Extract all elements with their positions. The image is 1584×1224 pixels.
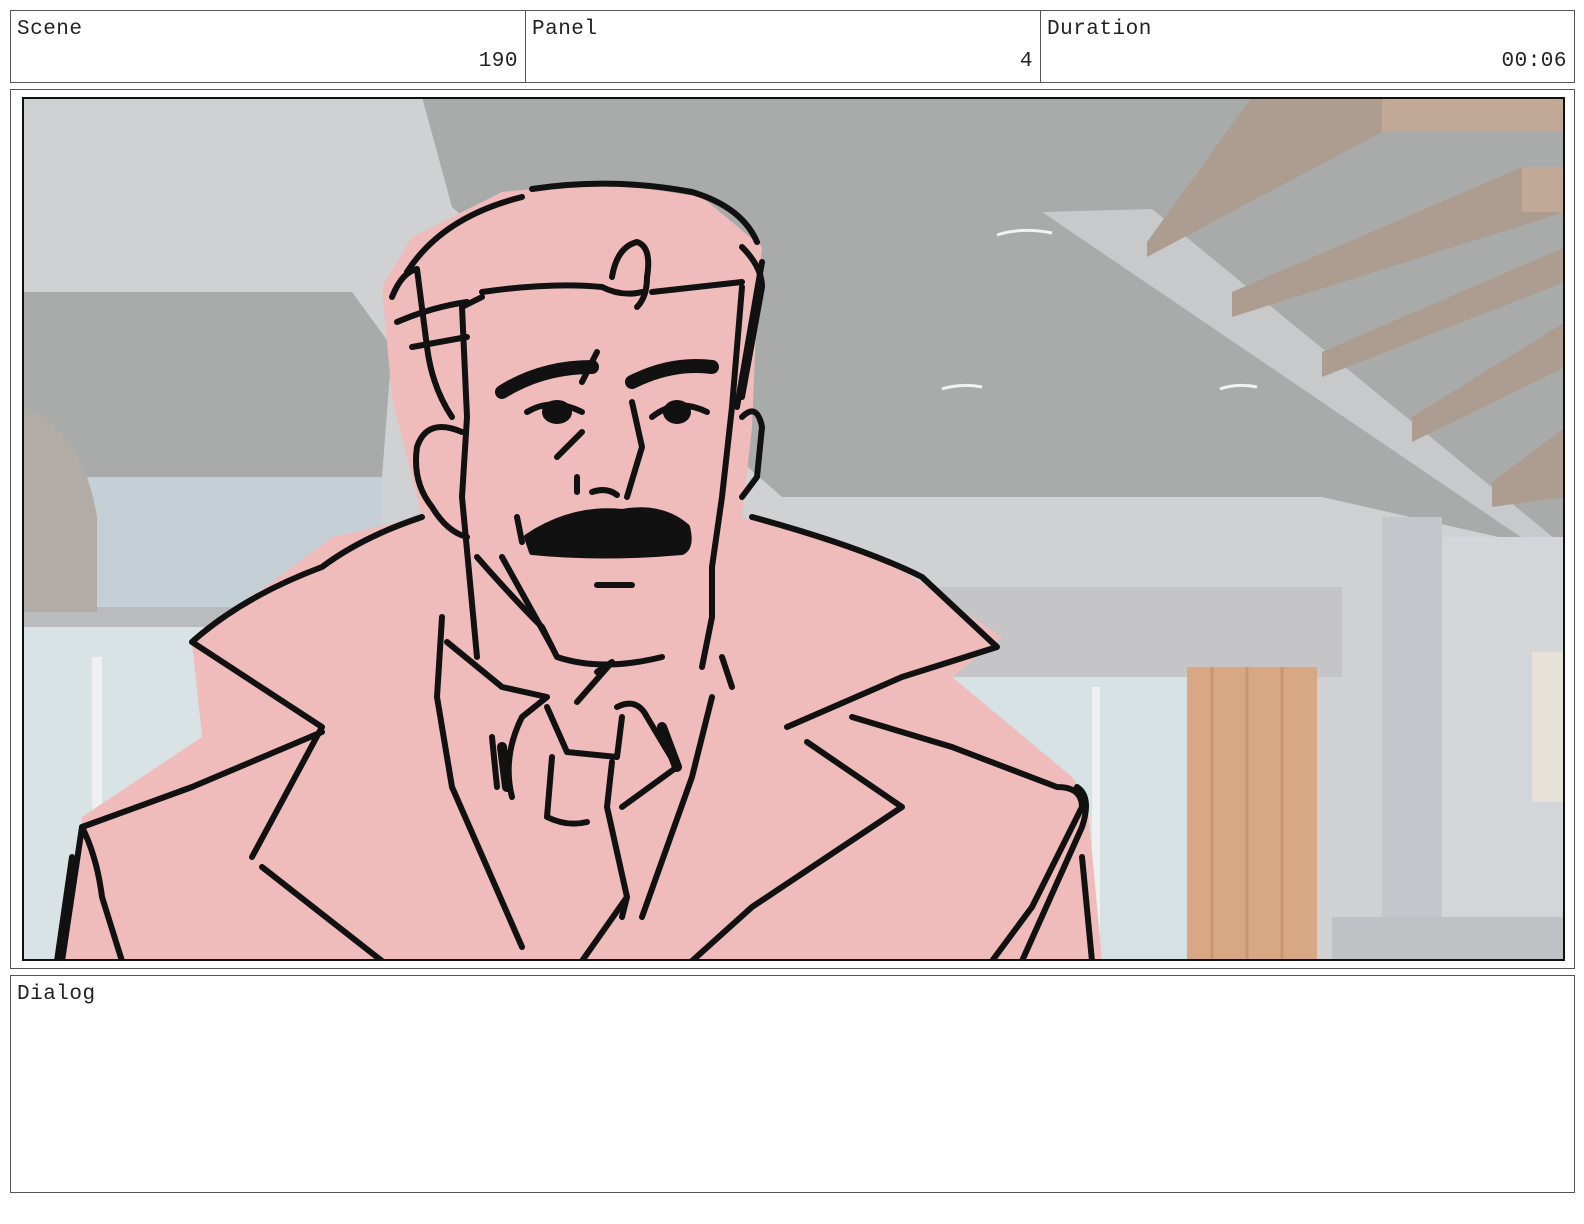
scene-field: Scene 190	[10, 10, 526, 83]
scene-label: Scene	[17, 18, 83, 41]
duration-field: Duration 00:06	[1040, 10, 1575, 83]
dialog-field[interactable]: Dialog	[10, 975, 1575, 1193]
duration-value[interactable]: 00:06	[1501, 50, 1567, 73]
panel-label: Panel	[532, 18, 598, 41]
storyboard-frame	[10, 89, 1575, 969]
scene-value[interactable]: 190	[479, 50, 518, 73]
panel-value[interactable]: 4	[1020, 50, 1033, 73]
dialog-label: Dialog	[17, 983, 96, 1006]
panel-field: Panel 4	[525, 10, 1041, 83]
storyboard-artwork[interactable]	[22, 97, 1565, 961]
duration-label: Duration	[1047, 18, 1152, 41]
sketch-drawing	[22, 97, 1565, 961]
